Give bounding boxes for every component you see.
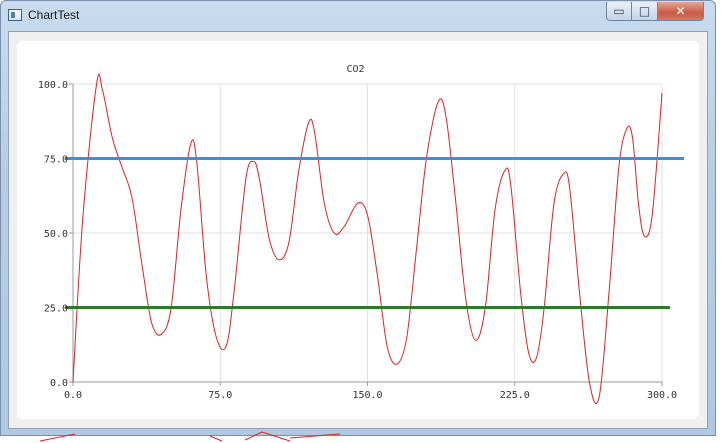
chart-window: ChartTest ▭ □ ✕ 0.0 75.0 150.0 225.0 300.0 0.…	[0, 0, 716, 436]
y-tick-label: 0.0	[50, 378, 68, 389]
x-tick-label: 75.0	[208, 390, 232, 401]
y-tick-label: 50.0	[44, 229, 68, 240]
x-tick-label: 225.0	[500, 390, 530, 401]
y-tick-label: 100.0	[38, 80, 68, 91]
chart-title: CO2	[346, 64, 364, 75]
render-artifact	[39, 431, 341, 442]
axis-layer	[69, 83, 663, 386]
y-tick-label: 75.0	[44, 155, 68, 166]
y-tick-label: 25.0	[44, 304, 68, 315]
x-tick-label: 150.0	[352, 390, 382, 401]
x-tick-label: 0.0	[64, 390, 82, 401]
chart: 0.0 75.0 150.0 225.0 300.0 0.0 25.0 50.0 75.0 100…	[38, 64, 684, 404]
x-tick-label: 300.0	[647, 390, 677, 401]
tick-labels-layer: 0.0 75.0 150.0 225.0 300.0 0.0 25.0 50.0 75.0 100…	[38, 80, 677, 401]
